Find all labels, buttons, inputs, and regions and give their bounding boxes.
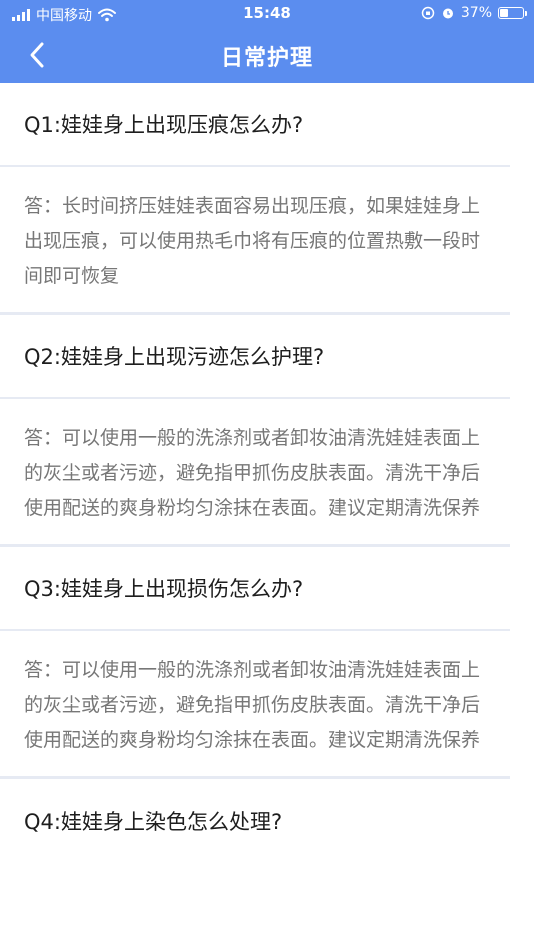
app-header: 中国移动 15:48 37% 日常护理 [0,0,534,83]
battery-fill [500,9,508,17]
battery-percent: 37% [460,5,492,21]
alarm-icon [442,8,453,19]
faq-item: Q3:娃娃身上出现损伤怎么办? 答：可以使用一般的洗涤剂或者卸妆油清洗娃娃表面上… [0,547,534,779]
faq-answer: 答：长时间挤压娃娃表面容易出现压痕，如果娃娃身上出现压痕，可以使用热毛巾将有压痕… [0,167,510,315]
faq-answer: 答：可以使用一般的洗涤剂或者卸妆油清洗娃娃表面上的灰尘或者污迹，避免指甲抓伤皮肤… [0,399,510,547]
faq-list: Q1:娃娃身上出现压痕怎么办? 答：长时间挤压娃娃表面容易出现压痕，如果娃娃身上… [0,83,534,863]
status-bar: 中国移动 15:48 37% [0,0,534,28]
faq-question: Q1:娃娃身上出现压痕怎么办? [0,83,510,167]
faq-question: Q4:娃娃身上染色怎么处理? [24,810,283,834]
page-title: 日常护理 [220,46,313,71]
battery-icon [498,7,527,19]
faq-item: Q2:娃娃身上出现污迹怎么护理? 答：可以使用一般的洗涤剂或者卸妆油清洗娃娃表面… [0,315,534,547]
orientation-lock-icon [421,6,435,20]
faq-question: Q3:娃娃身上出现损伤怎么办? [0,547,510,631]
faq-question: Q2:娃娃身上出现污迹怎么护理? [0,315,510,399]
faq-answer: 答：可以使用一般的洗涤剂或者卸妆油清洗娃娃表面上的灰尘或者污迹，避免指甲抓伤皮肤… [0,631,510,779]
status-right: 37% [421,5,527,21]
faq-item: Q4:娃娃身上染色怎么处理? [0,779,534,863]
faq-item: Q1:娃娃身上出现压痕怎么办? 答：长时间挤压娃娃表面容易出现压痕，如果娃娃身上… [0,83,534,315]
nav-bar: 日常护理 [0,28,534,83]
